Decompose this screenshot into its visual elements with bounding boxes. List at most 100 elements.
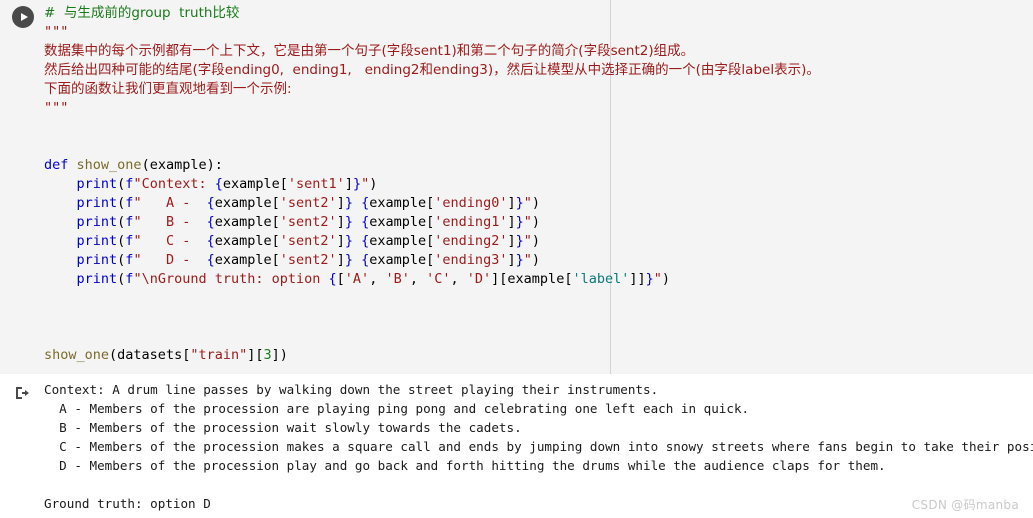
code-token: ][ [491,271,508,287]
cell-output: Context: A drum line passes by walking d… [0,374,1033,518]
code-line: print(f" D - {example['sent2']} {example… [44,251,1033,270]
code-token: show_one [76,157,142,173]
code-line: 下面的函数让我们更直观地看到一个示例: [44,80,1033,99]
code-token: show_one [44,347,110,363]
output-line: C - Members of the procession makes a sq… [44,439,1033,454]
output-line: D - Members of the procession play and g… [44,458,886,473]
code-token: ] [507,252,516,268]
code-token: example [214,214,272,230]
code-token: ( [141,157,150,173]
code-editor[interactable]: # 与生成前的group truth比较 """ 数据集中的每个示例都有一个上下文，… [44,4,1033,365]
code-token: } [344,214,353,230]
code-token: 'label' [572,271,630,287]
output-line: Ground truth: option D [44,496,211,511]
code-token: [ [271,233,280,249]
code-token: example [149,157,207,173]
code-token: print [76,195,118,211]
code-token: 'ending1' [434,214,508,230]
code-line: 然后给出四种可能的结尾(字段ending0, ending1, ending2和… [44,61,1033,80]
code-token: ] [507,233,516,249]
code-token: print [76,233,118,249]
code-token: [ [271,195,280,211]
code-token: 'sent2' [279,195,337,211]
code-token: ) [531,252,541,268]
code-token: 下面的函数让我们更直观地看到一个示例: [44,81,292,97]
code-token: example [214,233,272,249]
code-token: 'C' [426,271,451,287]
code-line: """ [44,23,1033,42]
code-token: " C - [133,233,207,249]
output-marker-icon [14,385,30,401]
code-token: 'B' [385,271,410,287]
code-line: def show_one(example): [44,156,1033,175]
code-token: { [328,271,337,287]
code-token: } [515,195,524,211]
code-token: ) [531,195,541,211]
code-token: " [523,252,532,268]
run-cell-button[interactable] [12,6,34,28]
code-token: , [450,271,467,287]
code-token: ][ [247,347,264,363]
code-token: } [515,214,524,230]
code-token: { [214,176,223,192]
code-line: # 与生成前的group truth比较 [44,4,1033,23]
code-token: "train" [190,347,248,363]
code-token: example [369,233,427,249]
code-token: } [645,271,654,287]
code-line: print(f" C - {example['sent2']} {example… [44,232,1033,251]
code-token: 数据集中的每个示例都有一个上下文，它是由第一个句子(字段sent1)和第二个句子… [44,43,695,59]
code-token: example [369,195,427,211]
code-line: print(f"\nGround truth: option {['A', 'B… [44,270,1033,289]
watermark: CSDN @码manba [911,498,1019,512]
code-token: example [214,252,272,268]
code-token: , [369,271,386,287]
code-token: 'D' [466,271,492,287]
code-token: { [206,252,215,268]
code-token: ] [507,195,516,211]
code-token: ] [336,195,345,211]
code-token: ]) [271,347,288,363]
code-token: " [361,176,370,192]
code-token: example [222,176,280,192]
code-token: """ [44,24,69,40]
code-line: print(f" A - {example['sent2']} {example… [44,194,1033,213]
code-line: show_one(datasets["train"][3]) [44,346,1033,365]
code-token: ] [507,214,516,230]
code-token: " [523,214,532,230]
code-token: } [515,252,524,268]
code-token: example [369,252,427,268]
code-token: 'ending3' [434,252,508,268]
code-token: example [369,214,427,230]
code-token: ): [206,157,223,173]
code-token: 'sent2' [279,214,337,230]
code-token: example [507,271,565,287]
code-token: "\nGround truth: option [133,271,329,287]
code-token: } [344,195,353,211]
code-token: " D - [133,252,207,268]
code-token: 'A' [344,271,370,287]
code-token: ) [531,214,541,230]
output-line: B - Members of the procession wait slowl… [44,420,522,435]
code-token: 'ending0' [434,195,508,211]
code-line: print(f" B - {example['sent2']} {example… [44,213,1033,232]
code-cell[interactable]: # 与生成前的group truth比较 """ 数据集中的每个示例都有一个上下文，… [0,0,1033,374]
code-token: " [523,233,532,249]
code-token: ] [344,176,353,192]
code-token: 3 [263,347,272,363]
code-token: ) [531,233,541,249]
code-token: " B - [133,214,207,230]
